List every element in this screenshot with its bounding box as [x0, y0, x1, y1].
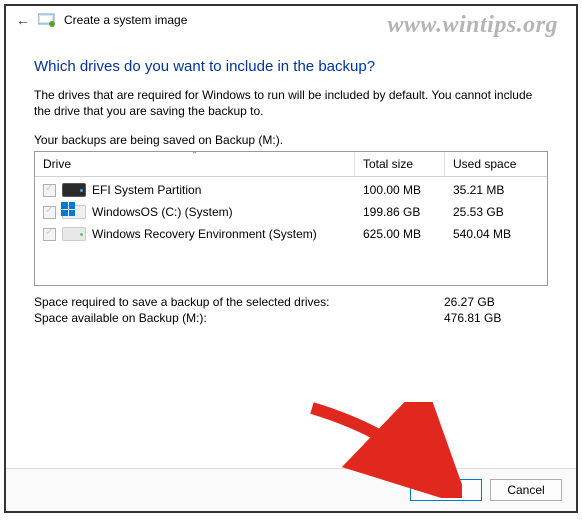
drives-table: ⌃ Drive Total size Used space EFI System…	[34, 151, 548, 286]
back-icon[interactable]: ←	[16, 12, 30, 28]
table-row[interactable]: WindowsOS (C:) (System) 199.86 GB 25.53 …	[35, 201, 547, 223]
drive-total: 199.86 GB	[355, 205, 445, 219]
table-row[interactable]: EFI System Partition 100.00 MB 35.21 MB	[35, 179, 547, 201]
drive-used: 25.53 GB	[445, 205, 547, 219]
cancel-button[interactable]: Cancel	[490, 479, 562, 501]
col-total[interactable]: Total size	[355, 152, 445, 176]
summary-block: Space required to save a backup of the s…	[34, 294, 548, 326]
col-used-label: Used space	[453, 157, 516, 171]
col-used[interactable]: Used space	[445, 152, 547, 176]
space-available-label: Space available on Backup (M:):	[34, 311, 444, 325]
col-drive[interactable]: ⌃ Drive	[35, 152, 355, 176]
drive-name: WindowsOS (C:) (System)	[92, 205, 233, 219]
sort-indicator-icon: ⌃	[191, 150, 199, 161]
drive-used: 540.04 MB	[445, 227, 547, 241]
checkbox-icon	[43, 206, 56, 219]
save-target-text: Your backups are being saved on Backup (…	[34, 133, 548, 147]
page-heading: Which drives do you want to include in t…	[34, 58, 548, 75]
drive-icon	[62, 183, 86, 197]
space-required-value: 26.27 GB	[444, 295, 548, 309]
checkbox-icon	[43, 228, 56, 241]
titlebar: ← Create a system image	[6, 6, 576, 34]
drive-total: 100.00 MB	[355, 183, 445, 197]
drive-used: 35.21 MB	[445, 183, 547, 197]
drive-icon	[62, 227, 86, 241]
space-available-value: 476.81 GB	[444, 311, 548, 325]
col-drive-label: Drive	[43, 157, 71, 171]
window-title: Create a system image	[64, 13, 187, 27]
next-button[interactable]: Next	[410, 479, 482, 501]
drive-name: EFI System Partition	[92, 183, 201, 197]
system-image-icon	[38, 12, 56, 28]
table-header: ⌃ Drive Total size Used space	[35, 152, 547, 177]
drive-total: 625.00 MB	[355, 227, 445, 241]
space-required-label: Space required to save a backup of the s…	[34, 295, 444, 309]
col-total-label: Total size	[363, 157, 413, 171]
footer: Next Cancel	[6, 468, 576, 511]
drive-name: Windows Recovery Environment (System)	[92, 227, 317, 241]
description-text: The drives that are required for Windows…	[34, 87, 548, 119]
checkbox-icon	[43, 184, 56, 197]
table-row[interactable]: Windows Recovery Environment (System) 62…	[35, 223, 547, 245]
drive-icon	[62, 205, 86, 219]
windows-logo-icon	[61, 202, 75, 216]
